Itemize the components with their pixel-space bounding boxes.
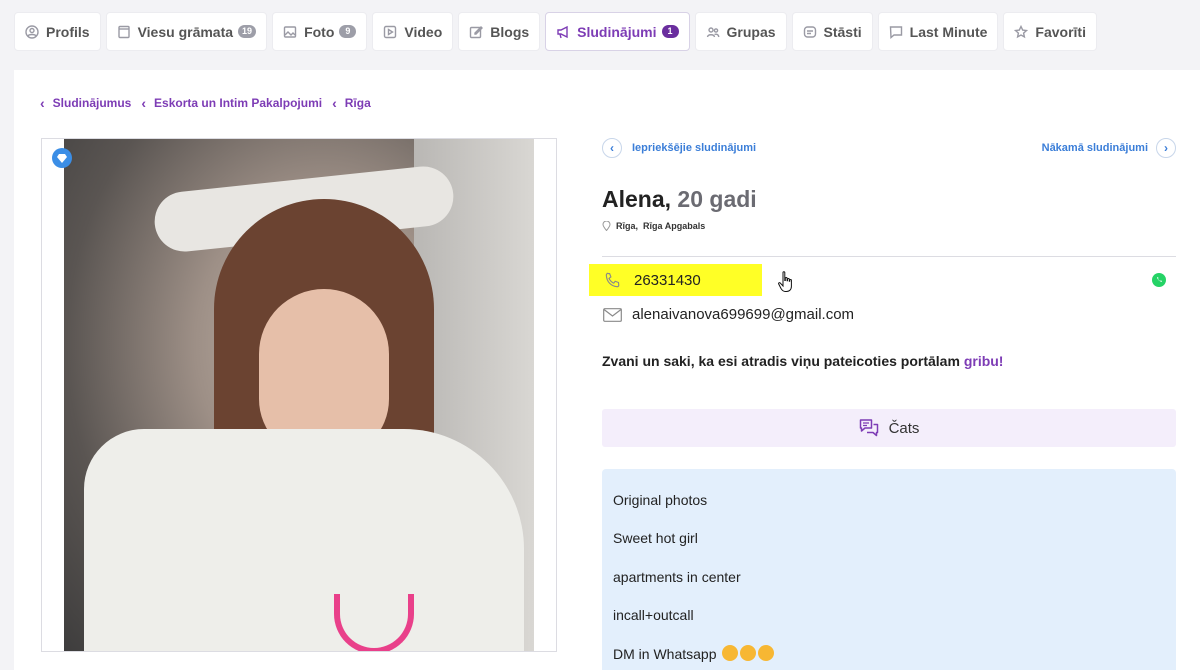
megaphone-icon bbox=[556, 25, 570, 39]
tab-video[interactable]: Video bbox=[372, 12, 454, 51]
tab-label: Viesu grāmata bbox=[137, 23, 234, 40]
age-text: 20 gadi bbox=[677, 186, 757, 212]
location-separator: , bbox=[635, 221, 639, 231]
location: Rīga, Rīga Apgabals bbox=[602, 221, 705, 231]
next-listing-link[interactable]: Nākamā sludinājumi › bbox=[1042, 138, 1176, 158]
email-address[interactable]: alenaivanova699699@gmail.com bbox=[603, 306, 854, 323]
breadcrumb-item[interactable]: ‹ Eskorta un Intim Pakalpojumi bbox=[141, 95, 322, 111]
cta-text: Zvani un saki, ka esi atradis viņu patei… bbox=[602, 353, 964, 369]
chat-bubble-icon bbox=[889, 25, 903, 39]
description-line: apartments in center bbox=[613, 568, 741, 585]
previous-listing-label: Iepriekšējie sludinājumi bbox=[632, 142, 757, 154]
kiss-emoji-icon bbox=[722, 644, 739, 661]
profile-photo[interactable] bbox=[64, 139, 534, 651]
phone-number[interactable]: 26331430 bbox=[603, 271, 701, 290]
location-pin-icon bbox=[602, 221, 611, 231]
description-line: Original photos bbox=[613, 492, 708, 508]
chat-icon bbox=[859, 419, 878, 437]
tab-label: Blogs bbox=[490, 23, 530, 40]
guestbook-icon bbox=[117, 25, 131, 39]
tab-label: Grupas bbox=[726, 23, 776, 40]
image-icon bbox=[283, 25, 297, 39]
chevron-left-icon: ‹ bbox=[141, 95, 147, 111]
tab-profils[interactable]: Profils bbox=[14, 12, 101, 51]
previous-listing-link[interactable]: ‹ Iepriekšējie sludinājumi bbox=[602, 138, 756, 158]
tab-label: Video bbox=[404, 23, 443, 40]
tab-label: Favorīti bbox=[1035, 23, 1086, 40]
description-text: DM in Whatsapp bbox=[613, 645, 717, 662]
call-to-action: Zvani un saki, ka esi atradis viņu patei… bbox=[602, 353, 1003, 369]
email-text: alenaivanova699699@gmail.com bbox=[632, 306, 855, 323]
count-badge: 1 bbox=[661, 25, 679, 38]
hand-cursor-icon bbox=[778, 271, 792, 292]
pencil-icon bbox=[469, 25, 484, 39]
name-text: Alena, bbox=[602, 186, 672, 212]
tab-blogs[interactable]: Blogs bbox=[458, 12, 541, 51]
mail-icon bbox=[603, 307, 622, 322]
listing-description: Original photos Sweet hot girl apartment… bbox=[602, 469, 1176, 670]
location-region[interactable]: Rīga Apgabals bbox=[643, 221, 705, 231]
chevron-right-icon: › bbox=[1156, 138, 1176, 158]
location-city[interactable]: Rīga bbox=[616, 221, 636, 231]
tab-label: Foto bbox=[304, 23, 335, 40]
kiss-emoji-icon bbox=[740, 644, 757, 661]
photo-shirt bbox=[84, 429, 524, 651]
breadcrumb: ‹ Sludinājumus ‹ Eskorta un Intim Pakalpoj… bbox=[40, 95, 381, 111]
tab-label: Profils bbox=[46, 23, 90, 40]
profile-name: Alena, 20 gadi bbox=[602, 186, 757, 213]
next-listing-label: Nākamā sludinājumi bbox=[1041, 142, 1148, 154]
tab-sludinajumi[interactable]: Sludinājumi 1 bbox=[545, 12, 690, 51]
chevron-left-icon: ‹ bbox=[40, 95, 45, 111]
tab-label: Last Minute bbox=[909, 23, 988, 40]
description-line: incall+outcall bbox=[613, 607, 694, 624]
phone-icon bbox=[605, 272, 620, 288]
count-badge: 19 bbox=[238, 25, 257, 38]
chevron-left-icon: ‹ bbox=[332, 95, 337, 111]
tab-grupas[interactable]: Grupas bbox=[694, 12, 787, 51]
video-icon bbox=[383, 25, 397, 39]
breadcrumb-label: Eskorta un Intim Pakalpojumi bbox=[154, 96, 323, 110]
count-badge: 9 bbox=[339, 25, 357, 38]
tab-label: Stāsti bbox=[823, 23, 862, 40]
tab-favoriti[interactable]: Favorīti bbox=[1003, 12, 1097, 51]
kiss-emoji-icon bbox=[758, 644, 775, 661]
profile-tabs: Profils Viesu grāmata 19 Foto 9 Video Bl… bbox=[14, 12, 1097, 51]
group-icon bbox=[706, 25, 720, 39]
user-circle-icon bbox=[25, 24, 39, 39]
tab-foto[interactable]: Foto 9 bbox=[272, 12, 368, 51]
chevron-left-icon: ‹ bbox=[602, 138, 622, 158]
star-icon bbox=[1014, 24, 1029, 39]
breadcrumb-label: Sludinājumus bbox=[52, 96, 132, 110]
tab-stasti[interactable]: Stāsti bbox=[791, 12, 873, 51]
breadcrumb-item[interactable]: ‹ Rīga bbox=[332, 95, 371, 111]
photo-detail bbox=[334, 594, 414, 651]
story-icon bbox=[803, 25, 817, 39]
tab-viesu-gramata[interactable]: Viesu grāmata 19 bbox=[105, 12, 268, 51]
phone-text: 26331430 bbox=[634, 272, 701, 289]
tab-last-minute[interactable]: Last Minute bbox=[877, 12, 999, 51]
tab-label: Sludinājumi bbox=[577, 23, 657, 40]
description-line-with-emoji: DM in Whatsapp bbox=[613, 635, 1165, 670]
cta-link[interactable]: gribu! bbox=[964, 353, 1004, 369]
breadcrumb-label: Rīga bbox=[344, 96, 371, 110]
chat-button-label: Čats bbox=[888, 419, 920, 437]
chat-button[interactable]: Čats bbox=[602, 409, 1176, 447]
diamond-icon bbox=[52, 148, 72, 168]
description-line: Sweet hot girl bbox=[613, 530, 698, 547]
divider bbox=[602, 256, 1176, 257]
breadcrumb-item[interactable]: ‹ Sludinājumus bbox=[40, 95, 131, 111]
whatsapp-icon[interactable] bbox=[1152, 273, 1166, 287]
